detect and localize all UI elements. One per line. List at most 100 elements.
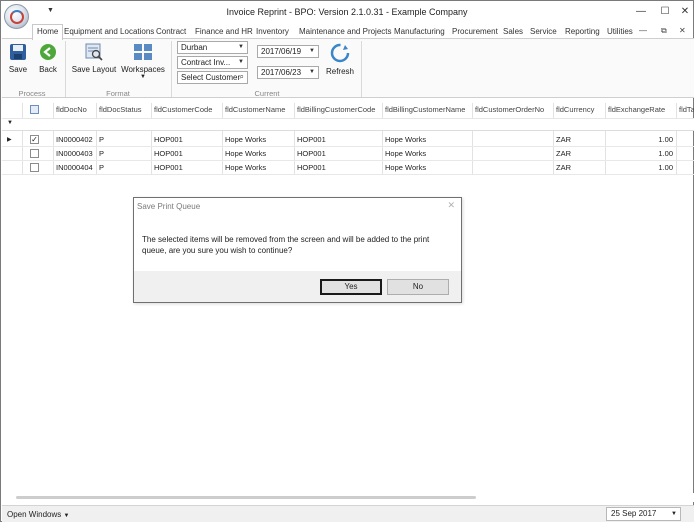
- column-header-currency[interactable]: fldCurrency: [556, 103, 594, 117]
- save-layout-button[interactable]: Save Layout: [70, 43, 118, 74]
- tab-sales[interactable]: Sales: [503, 25, 523, 39]
- back-label: Back: [39, 65, 57, 74]
- save-layout-label: Save Layout: [71, 65, 117, 74]
- row-checkbox[interactable]: ✓: [30, 135, 39, 144]
- table-row[interactable]: IN0000403 P HOP001 Hope Works HOP001 Hop…: [2, 147, 694, 161]
- close-button[interactable]: ✕: [673, 5, 694, 19]
- refresh-label: Refresh: [325, 67, 354, 76]
- date-from-value: 2017/06/19: [261, 47, 302, 56]
- workspaces-dropdown-icon: ▼: [140, 74, 146, 80]
- date-from-picker[interactable]: 2017/06/19 ▼: [257, 45, 319, 58]
- select-all-checkbox[interactable]: [30, 105, 39, 114]
- group-divider: [65, 41, 66, 97]
- horizontal-scrollbar[interactable]: [2, 493, 694, 502]
- tab-maintenance-and-projects[interactable]: Maintenance and Projects: [299, 25, 392, 39]
- current-row-indicator-icon: ▶: [7, 137, 12, 143]
- back-arrow-icon: [40, 44, 56, 60]
- system-date-field[interactable]: 25 Sep 2017 ▼: [606, 507, 681, 521]
- tab-utilities[interactable]: Utilities: [607, 25, 633, 39]
- cell-billing-customer-code: HOP001: [297, 135, 326, 144]
- customer-selector[interactable]: Select Customer ⌕: [177, 71, 248, 84]
- tab-finance-and-hr[interactable]: Finance and HR: [195, 25, 253, 39]
- tab-manufacturing[interactable]: Manufacturing: [394, 25, 445, 39]
- cell-customer-name: Hope Works: [225, 163, 267, 172]
- group-label-process: Process: [18, 89, 46, 98]
- scrollbar-thumb[interactable]: [16, 496, 476, 499]
- document-type-dropdown-value: Contract Inv...: [181, 58, 231, 67]
- tab-home[interactable]: Home: [32, 24, 64, 40]
- cell-currency: ZAR: [556, 163, 571, 172]
- column-header-doc-status[interactable]: fldDocStatus: [99, 103, 142, 117]
- save-button[interactable]: Save: [5, 43, 31, 74]
- row-checkbox[interactable]: [30, 163, 39, 172]
- yes-button[interactable]: Yes: [320, 279, 382, 295]
- cell-exchange-rate: 1.00: [658, 149, 673, 158]
- system-date-value: 25 Sep 2017: [611, 509, 657, 518]
- document-type-dropdown[interactable]: Contract Inv... ▼: [177, 56, 248, 69]
- title-bar: Invoice Reprint - BPO: Version 2.1.0.31 …: [1, 1, 693, 23]
- filter-row[interactable]: ▼: [2, 118, 694, 131]
- site-dropdown[interactable]: Durban ▼: [177, 41, 248, 54]
- group-divider: [171, 41, 172, 97]
- column-header-exchange-rate[interactable]: fldExchangeRate: [608, 103, 665, 117]
- cell-doc-status: P: [99, 149, 105, 158]
- workspaces-button[interactable]: Workspaces ▼: [121, 43, 165, 80]
- filter-icon: ▼: [7, 120, 13, 126]
- table-row[interactable]: ▶ ✓ IN0000402 P HOP001 Hope Works HOP001…: [2, 133, 694, 147]
- column-header-ta[interactable]: fldTa: [679, 103, 694, 117]
- cell-customer-name: Hope Works: [225, 135, 267, 144]
- column-header-customer-code[interactable]: fldCustomerCode: [154, 103, 212, 117]
- table-row[interactable]: IN0000404 P HOP001 Hope Works HOP001 Hop…: [2, 161, 694, 175]
- dialog-close-icon[interactable]: ✕: [447, 200, 455, 211]
- close-child-icon[interactable]: ✕: [679, 26, 686, 35]
- chevron-down-icon: ▼: [238, 59, 244, 65]
- row-checkbox[interactable]: [30, 149, 39, 158]
- column-header-customer-name[interactable]: fldCustomerName: [225, 103, 285, 117]
- cell-currency: ZAR: [556, 135, 571, 144]
- cell-doc-no: IN0000402: [56, 135, 93, 144]
- tab-procurement[interactable]: Procurement: [452, 25, 498, 39]
- site-dropdown-value: Durban: [181, 43, 208, 52]
- gauge-icon: [10, 10, 24, 24]
- minimize-button[interactable]: —: [629, 5, 653, 19]
- status-bar: Open Windows ▼ 25 Sep 2017 ▼: [2, 505, 694, 522]
- ribbon-tabs: Home Equipment and Locations Contract Fi…: [1, 23, 693, 40]
- cell-billing-customer-code: HOP001: [297, 163, 326, 172]
- cell-doc-no: IN0000403: [56, 149, 93, 158]
- date-to-picker[interactable]: 2017/06/23 ▼: [257, 66, 319, 79]
- cell-billing-customer-name: Hope Works: [385, 163, 427, 172]
- cell-billing-customer-code: HOP001: [297, 149, 326, 158]
- cell-doc-no: IN0000404: [56, 163, 93, 172]
- cell-doc-status: P: [99, 163, 105, 172]
- floppy-disk-icon: [10, 44, 26, 60]
- dialog-message: The selected items will be removed from …: [142, 235, 430, 255]
- column-header-billing-customer-code[interactable]: fldBillingCustomerCode: [297, 103, 375, 117]
- column-header-billing-customer-name[interactable]: fldBillingCustomerName: [385, 103, 465, 117]
- cell-customer-code: HOP001: [154, 135, 183, 144]
- save-print-queue-dialog: Save Print Queue ✕ The selected items wi…: [133, 197, 462, 303]
- chevron-down-icon: ▼: [63, 513, 70, 519]
- tab-reporting[interactable]: Reporting: [565, 25, 600, 39]
- refresh-button[interactable]: Refresh: [324, 43, 356, 76]
- restore-child-icon[interactable]: ⧉: [661, 26, 667, 36]
- application-menu-button[interactable]: [4, 4, 29, 29]
- chevron-down-icon: ▼: [309, 48, 315, 54]
- chevron-down-icon: ▼: [309, 69, 315, 75]
- open-windows-menu[interactable]: Open Windows ▼: [7, 510, 69, 519]
- no-button[interactable]: No: [387, 279, 449, 295]
- back-button[interactable]: Back: [35, 43, 61, 74]
- tab-inventory[interactable]: Inventory: [256, 25, 289, 39]
- cell-customer-code: HOP001: [154, 149, 183, 158]
- tab-service[interactable]: Service: [530, 25, 557, 39]
- column-header-doc-no[interactable]: fldDocNo: [56, 103, 87, 117]
- minimize-ribbon-icon[interactable]: —: [639, 26, 647, 35]
- column-header-customer-order-no[interactable]: fldCustomerOrderNo: [475, 103, 544, 117]
- cell-currency: ZAR: [556, 149, 571, 158]
- tab-equipment-and-locations[interactable]: Equipment and Locations: [64, 25, 154, 39]
- group-divider: [361, 41, 362, 97]
- layout-magnifier-icon: [85, 43, 103, 61]
- chevron-down-icon: ▼: [238, 44, 244, 50]
- tab-contract[interactable]: Contract: [156, 25, 186, 39]
- cell-exchange-rate: 1.00: [658, 135, 673, 144]
- quick-access-dropdown-icon[interactable]: ▼: [47, 7, 54, 14]
